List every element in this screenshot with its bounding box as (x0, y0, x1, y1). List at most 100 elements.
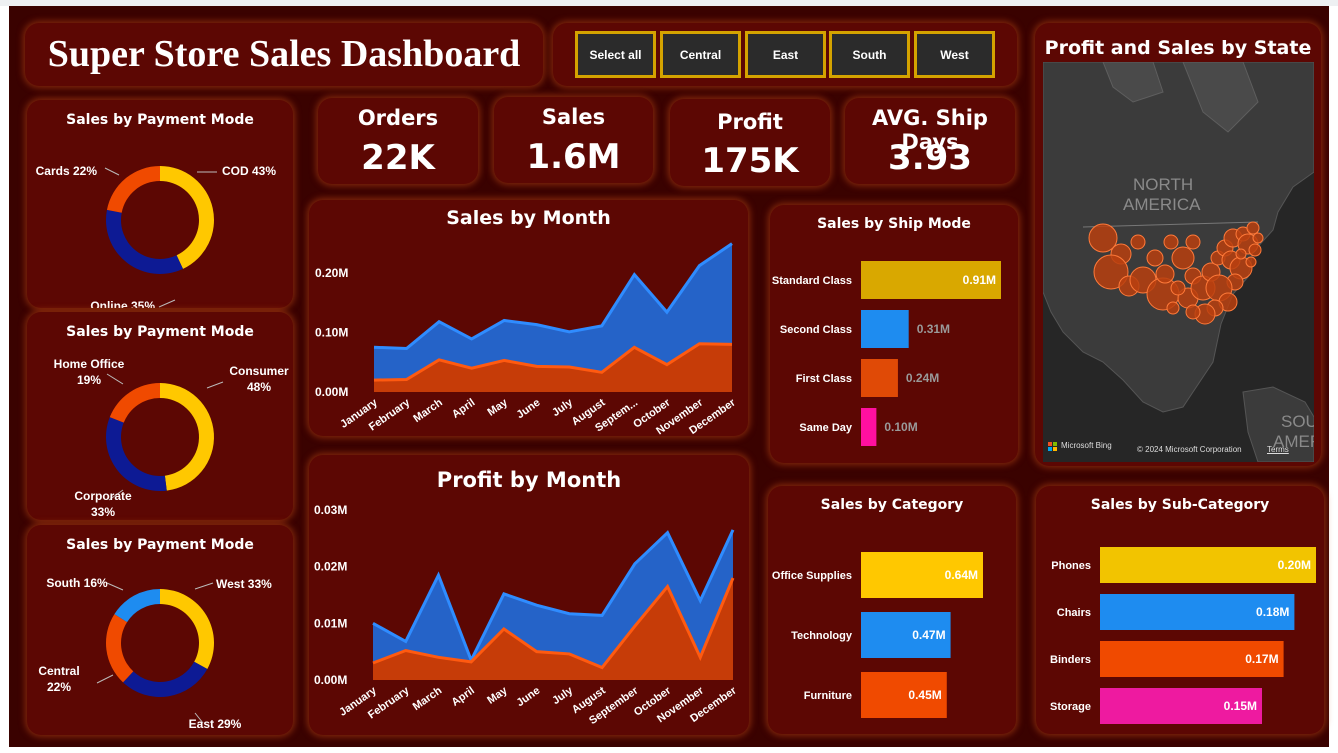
sales-by-month-chart: 0.00M0.10M0.20MJanuaryFebruary March April… (315, 242, 738, 436)
donut-slice[interactable] (160, 383, 214, 491)
state-bubble[interactable] (1245, 256, 1257, 268)
bar[interactable] (861, 408, 877, 446)
state-bubble[interactable] (1130, 234, 1146, 250)
kpi-value: 22K (361, 138, 435, 178)
slicer-south-button[interactable]: South (829, 31, 910, 78)
state-bubble[interactable] (1163, 234, 1179, 250)
bar-category-label: Chairs (1057, 607, 1091, 619)
map-view[interactable]: NORTH AMERICA SOU AMER Microsoft Bing © … (1043, 62, 1314, 462)
bar-category-label: Second Class (780, 324, 852, 336)
map-graphic: NORTH AMERICA SOU AMER (1043, 62, 1314, 462)
bar[interactable] (861, 310, 909, 348)
slicer-west-button[interactable]: West (914, 31, 995, 78)
state-bubble[interactable] (1185, 304, 1201, 320)
donut-leader-line (96, 674, 114, 684)
y-tick-label: 0.20M (315, 266, 348, 280)
state-bubble[interactable] (1166, 301, 1180, 315)
state-bubble[interactable] (1252, 232, 1264, 244)
dashboard-canvas: Super Store Sales Dashboard Select all C… (9, 6, 1329, 747)
bar-category-label: Technology (791, 630, 853, 642)
map-region-label: AMERICA (1123, 195, 1201, 214)
state-bubble[interactable] (1170, 280, 1186, 296)
kpi-label: Orders (357, 106, 439, 130)
kpi-value: 3.93 (888, 138, 972, 178)
donut-label: 48% (247, 380, 271, 394)
donut-leader-line (194, 582, 214, 590)
donut-leader-line (206, 381, 224, 389)
donut-slice[interactable] (106, 209, 183, 274)
state-bubble[interactable] (1146, 249, 1164, 267)
donut-label: East 29% (189, 717, 242, 731)
kpi-sales-card: Sales 1.6M (494, 97, 653, 183)
profit-by-month-card: Profit by Month 0.00M 0.01M 0.02M 0.03M Janu… (309, 455, 749, 735)
map-terms-link[interactable]: Terms (1267, 445, 1289, 454)
donut-label: Home Office (54, 357, 125, 371)
donut-slice[interactable] (160, 589, 214, 670)
kpi-ship-days-card: AVG. Ship Days 3.93 (845, 98, 1015, 184)
title-card: Super Store Sales Dashboard (25, 23, 543, 86)
donut-slice[interactable] (105, 614, 134, 683)
bar-value-label: 0.15M (1224, 699, 1257, 713)
donut-leader-line (106, 582, 124, 591)
bar-value-label: 0.91M (963, 273, 996, 287)
map-region-label: SOU (1281, 412, 1314, 431)
x-tick-label: June (515, 397, 543, 422)
bar-value-label: 0.47M (912, 628, 945, 642)
donut-slice[interactable] (160, 166, 214, 269)
profit-by-month-chart: 0.00M0.01M0.02M0.03MJanuaryFebruary March… (314, 503, 739, 727)
bar-category-label: Furniture (804, 690, 852, 702)
bar-value-label: 0.31M (917, 322, 950, 336)
x-tick-label: April (450, 397, 477, 421)
state-bubble[interactable] (1185, 234, 1201, 250)
donut-card-payment-mode: Sales by Payment Mode COD 43% Online 35% C… (27, 100, 293, 308)
kpi-value: 1.6M (526, 137, 621, 177)
donut-chart: West 33% East 29% Central 22% South 16% (38, 576, 272, 731)
bar-value-label: 0.17M (1245, 652, 1278, 666)
state-bubble[interactable] (1171, 246, 1195, 270)
kpi-label: Profit (717, 110, 783, 134)
donut-label: Central (38, 664, 79, 678)
kpi-orders-card: Orders 22K (318, 98, 478, 184)
y-tick-label: 0.00M (315, 385, 348, 399)
map-copyright: © 2024 Microsoft Corporation (1137, 445, 1242, 454)
donut-chart: COD 43% Online 35% Cards 22% (36, 164, 277, 308)
map-title: Profit and Sales by State (1044, 37, 1312, 59)
donut-label: 22% (47, 680, 71, 694)
donut-chart: Consumer 48% Corporate 33% Home Office 19% (54, 357, 289, 519)
slicer-select-all-button[interactable]: Select all (575, 31, 656, 78)
state-bubble[interactable] (1155, 264, 1175, 284)
donut-card-region: Sales by Payment Mode West 33% East 29% Ce… (27, 525, 293, 735)
sub-category-bar-chart: Phones 0.20M Chairs 0.18M Binders 0.17M Storag… (1050, 547, 1316, 724)
slicer-central-button[interactable]: Central (660, 31, 741, 78)
map-card: Profit and Sales by State NORTH AMERICA … (1035, 23, 1321, 466)
ship-mode-card: Sales by Ship Mode Standard Class 0.91M Se… (770, 205, 1018, 463)
state-bubble[interactable] (1235, 248, 1247, 260)
bar[interactable] (861, 359, 898, 397)
bar-value-label: 0.20M (1278, 558, 1311, 572)
slicer-east-button[interactable]: East (745, 31, 826, 78)
category-card: Sales by Category Office Supplies 0.64M Te… (768, 486, 1016, 734)
donut-leader-line (104, 167, 120, 176)
state-bubble[interactable] (1246, 221, 1260, 235)
y-tick-label: 0.03M (314, 503, 347, 517)
sales-by-month-card: Sales by Month 0.00M 0.10M 0.20M January Feb… (309, 200, 748, 436)
donut-label: Online 35% (90, 299, 155, 308)
donut-label: 33% (91, 505, 115, 519)
donut-slice[interactable] (123, 661, 208, 697)
donut-label: Corporate (74, 489, 132, 503)
donut-slice[interactable] (109, 383, 160, 423)
donut-label: Consumer (229, 364, 289, 378)
state-bubble[interactable] (1248, 243, 1262, 257)
donut-label: 19% (77, 373, 101, 387)
category-bar-chart: Office Supplies 0.64M Technology 0.47M Furni… (772, 552, 983, 718)
bar-category-label: Binders (1050, 654, 1091, 666)
region-slicer: Select all Central East South West (553, 23, 1017, 86)
page-title: Super Store Sales Dashboard (47, 33, 521, 75)
y-tick-label: 0.01M (314, 616, 347, 630)
donut-slice[interactable] (114, 589, 160, 623)
x-tick-label: May (485, 684, 510, 707)
bar-value-label: 0.24M (906, 371, 939, 385)
donut-slice[interactable] (106, 417, 167, 491)
x-tick-label: March (411, 684, 445, 713)
bar-category-label: Same Day (799, 422, 852, 434)
